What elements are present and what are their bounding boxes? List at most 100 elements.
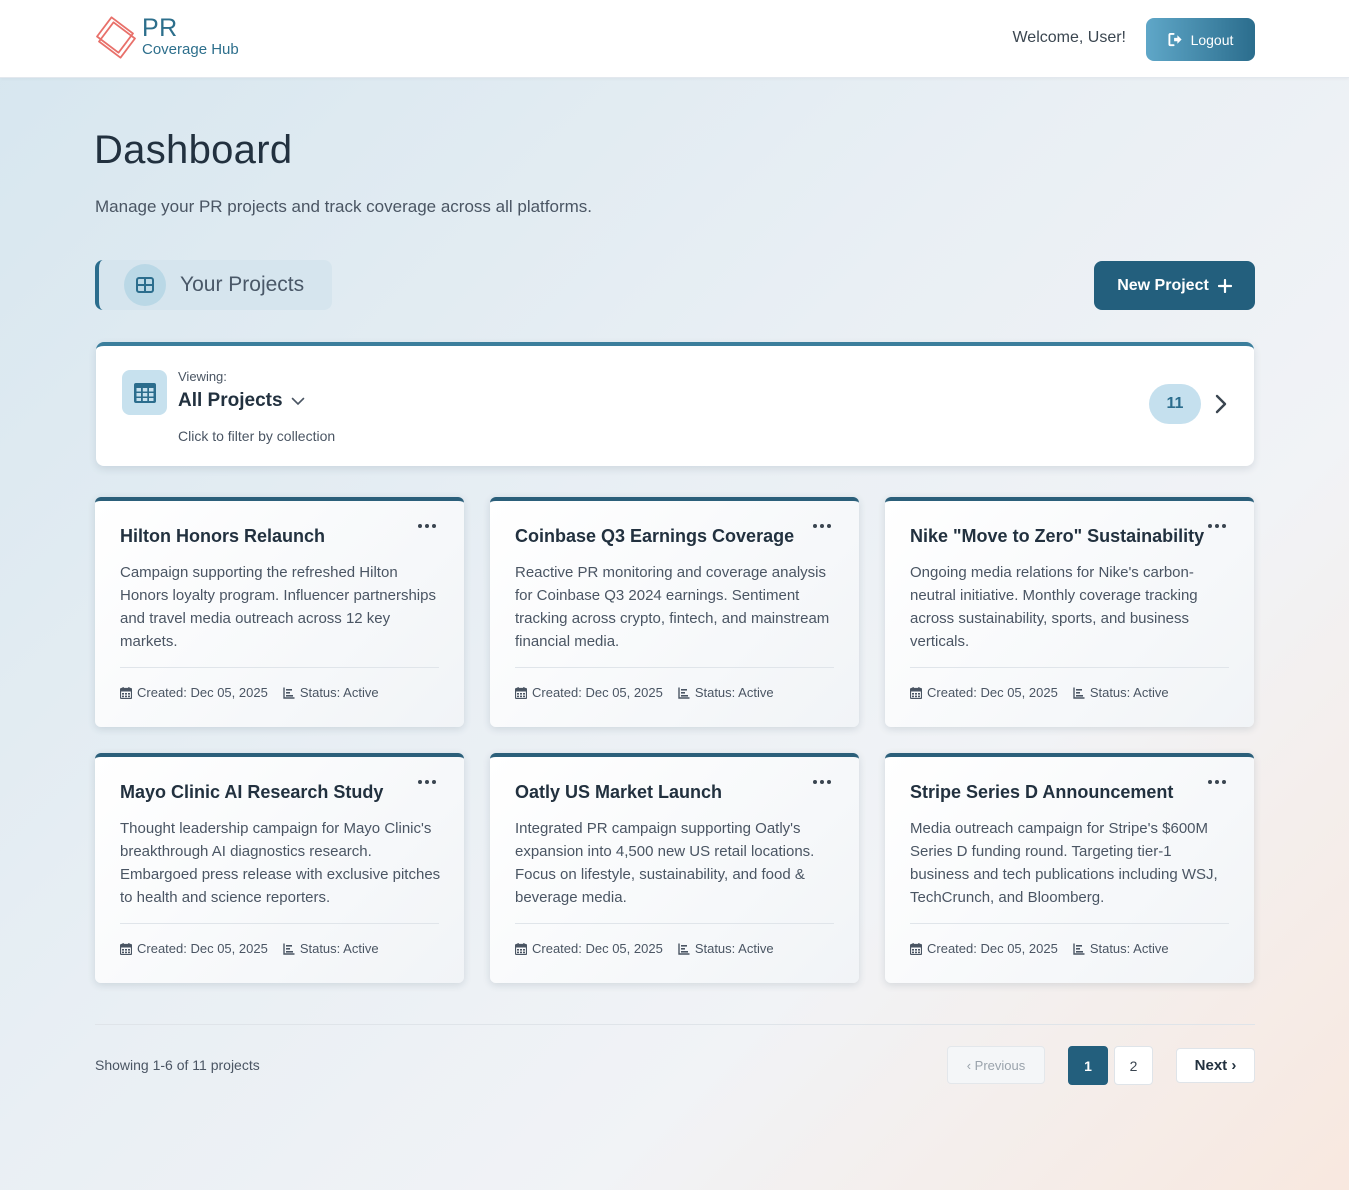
- project-meta: Created: Dec 05, 2025 Status: Active: [910, 941, 1184, 956]
- more-dots-icon[interactable]: [1205, 519, 1229, 533]
- card-divider: [515, 667, 834, 668]
- collection-value: All Projects: [178, 390, 283, 411]
- collection-filter-panel[interactable]: Viewing: All Projects Click to filter by…: [96, 342, 1254, 466]
- project-meta: Created: Dec 05, 2025 Status: Active: [515, 941, 789, 956]
- more-dots-icon[interactable]: [415, 519, 439, 533]
- project-meta: Created: Dec 05, 2025 Status: Active: [120, 941, 394, 956]
- created-text: Created: Dec 05, 2025: [532, 685, 663, 700]
- calendar-icon: [515, 942, 527, 955]
- collection-dropdown[interactable]: All Projects: [178, 390, 305, 412]
- page-title: Dashboard: [94, 128, 293, 172]
- more-dots-icon[interactable]: [810, 775, 834, 789]
- project-description: Campaign supporting the refreshed Hilton…: [120, 564, 436, 650]
- created-text: Created: Dec 05, 2025: [532, 941, 663, 956]
- created-date: Created: Dec 05, 2025: [515, 685, 663, 700]
- project-title[interactable]: Coinbase Q3 Earnings Coverage: [515, 526, 794, 547]
- project-title[interactable]: Stripe Series D Announcement: [910, 782, 1173, 803]
- logo-text: PR Coverage Hub: [142, 15, 239, 58]
- status-text: Status: Active: [299, 941, 379, 956]
- more-dots-icon[interactable]: [810, 519, 834, 533]
- project-status: Status: Active: [1073, 941, 1169, 956]
- plus-icon: [1217, 278, 1232, 293]
- project-meta: Created: Dec 05, 2025 Status: Active: [910, 685, 1184, 700]
- project-meta: Created: Dec 05, 2025 Status: Active: [515, 685, 789, 700]
- project-title[interactable]: Mayo Clinic AI Research Study: [120, 782, 383, 803]
- logo-title: PR: [142, 14, 178, 42]
- calendar-icon: [910, 942, 922, 955]
- created-text: Created: Dec 05, 2025: [927, 685, 1058, 700]
- card-divider: [515, 923, 834, 924]
- viewing-label: Viewing:: [178, 369, 227, 384]
- project-description: Reactive PR monitoring and coverage anal…: [515, 564, 830, 650]
- card-divider: [910, 667, 1229, 668]
- project-title[interactable]: Nike "Move to Zero" Sustainability: [910, 526, 1204, 547]
- chart-icon: [1073, 687, 1085, 699]
- new-project-button[interactable]: New Project: [1094, 261, 1255, 310]
- card-divider: [120, 667, 439, 668]
- calendar-icon: [515, 686, 527, 699]
- status-text: Status: Active: [1089, 941, 1169, 956]
- project-description: Thought leadership campaign for Mayo Cli…: [120, 820, 441, 906]
- project-title[interactable]: Hilton Honors Relaunch: [120, 526, 325, 547]
- logout-icon: [1168, 32, 1182, 47]
- more-dots-icon[interactable]: [415, 775, 439, 789]
- next-page-button[interactable]: Next ›: [1176, 1048, 1255, 1083]
- created-date: Created: Dec 05, 2025: [120, 941, 268, 956]
- project-card[interactable]: Nike "Move to Zero" Sustainability Ongoin…: [885, 497, 1254, 727]
- created-date: Created: Dec 05, 2025: [515, 941, 663, 956]
- logout-button[interactable]: Logout: [1146, 18, 1255, 61]
- chart-icon: [678, 943, 690, 955]
- logo-diamond-icon: [96, 16, 136, 59]
- project-description: Media outreach campaign for Stripe's $60…: [910, 820, 1218, 906]
- new-project-label: New Project: [1117, 276, 1209, 294]
- created-date: Created: Dec 05, 2025: [910, 941, 1058, 956]
- project-description: Integrated PR campaign supporting Oatly'…: [515, 820, 815, 906]
- project-description: Ongoing media relations for Nike's carbo…: [910, 564, 1198, 650]
- project-card[interactable]: Stripe Series D Announcement Media outrea…: [885, 753, 1254, 983]
- project-status: Status: Active: [1073, 685, 1169, 700]
- project-status: Status: Active: [283, 685, 379, 700]
- project-title[interactable]: Oatly US Market Launch: [515, 782, 722, 803]
- project-status: Status: Active: [678, 941, 774, 956]
- chart-icon: [678, 687, 690, 699]
- more-dots-icon[interactable]: [1205, 775, 1229, 789]
- calendar-icon: [120, 686, 132, 699]
- filter-hint: Click to filter by collection: [178, 428, 336, 444]
- top-header: PR Coverage Hub Welcome, User! Logout: [0, 0, 1349, 78]
- your-projects-header: Your Projects: [95, 260, 332, 310]
- created-date: Created: Dec 05, 2025: [910, 685, 1058, 700]
- calendar-icon: [120, 942, 132, 955]
- section-title: Your Projects: [180, 273, 305, 296]
- showing-count: Showing 1-6 of 11 projects: [95, 1057, 260, 1073]
- chevron-down-icon: [291, 397, 304, 405]
- logo-subtitle: Coverage Hub: [142, 41, 239, 58]
- status-text: Status: Active: [299, 685, 379, 700]
- created-text: Created: Dec 05, 2025: [137, 685, 268, 700]
- project-card[interactable]: Hilton Honors Relaunch Campaign supportin…: [95, 497, 464, 727]
- chevron-right-icon[interactable]: [1214, 394, 1228, 414]
- grid-icon: [124, 264, 166, 306]
- table-icon: [122, 370, 167, 415]
- logo[interactable]: PR Coverage Hub: [95, 15, 239, 63]
- calendar-icon: [910, 686, 922, 699]
- project-card[interactable]: Coinbase Q3 Earnings Coverage Reactive PR…: [490, 497, 859, 727]
- logout-label: Logout: [1190, 31, 1234, 48]
- project-card[interactable]: Mayo Clinic AI Research Study Thought lea…: [95, 753, 464, 983]
- project-status: Status: Active: [678, 685, 774, 700]
- page-subtitle: Manage your PR projects and track covera…: [95, 197, 593, 216]
- created-date: Created: Dec 05, 2025: [120, 685, 268, 700]
- footer-divider: [95, 1024, 1255, 1025]
- status-text: Status: Active: [1089, 685, 1169, 700]
- project-card[interactable]: Oatly US Market Launch Integrated PR camp…: [490, 753, 859, 983]
- chart-icon: [283, 687, 295, 699]
- card-divider: [120, 923, 439, 924]
- project-meta: Created: Dec 05, 2025 Status: Active: [120, 685, 394, 700]
- project-count-badge: 11: [1149, 384, 1201, 424]
- card-divider: [910, 923, 1229, 924]
- created-text: Created: Dec 05, 2025: [927, 941, 1058, 956]
- page-1-button[interactable]: 1: [1068, 1046, 1108, 1085]
- page-2-button[interactable]: 2: [1114, 1046, 1153, 1085]
- created-text: Created: Dec 05, 2025: [137, 941, 268, 956]
- previous-page-button[interactable]: ‹ Previous: [947, 1046, 1045, 1084]
- chart-icon: [1073, 943, 1085, 955]
